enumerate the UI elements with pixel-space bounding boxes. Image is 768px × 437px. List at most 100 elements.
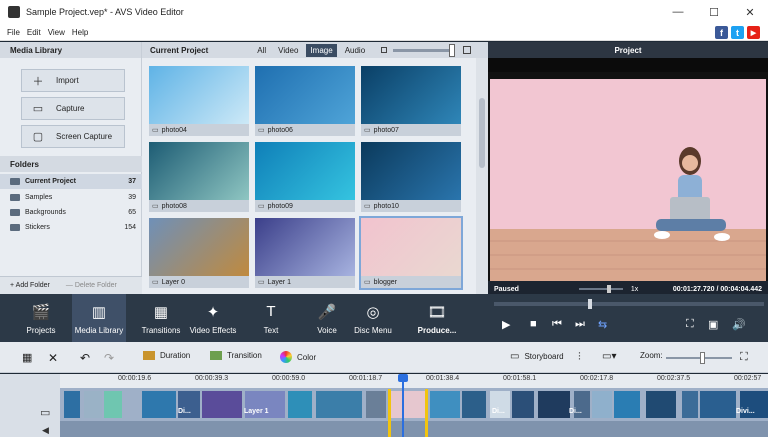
speed-handle[interactable] — [606, 285, 611, 293]
media-thumbnail[interactable]: ▭ photo10 — [361, 142, 461, 212]
timeline-clip[interactable] — [538, 391, 570, 418]
video-effects-icon: ✦ — [206, 303, 220, 321]
folder-label: Backgrounds — [25, 209, 66, 216]
media-thumbnail[interactable]: ▭ Layer 1 — [255, 218, 355, 288]
scrollbar-thumb[interactable] — [479, 98, 485, 168]
folder-samples[interactable]: Samples 39 — [0, 190, 142, 205]
toolbar-projects[interactable]: 🎬 Projects — [14, 294, 68, 342]
media-thumbnail[interactable]: ▭ photo09 — [255, 142, 355, 212]
duration-label: Duration — [160, 351, 191, 360]
thumbnail-image — [361, 218, 461, 276]
timeline-clip[interactable] — [614, 391, 640, 418]
storyboard-button[interactable]: ▭ Storyboard — [510, 351, 564, 362]
toolbar-transitions[interactable]: ▦ Transitions — [134, 294, 188, 342]
speed-slider[interactable] — [578, 285, 623, 293]
color-button[interactable]: Color — [280, 351, 316, 363]
snapshot-icon[interactable]: ▣ — [708, 318, 718, 331]
timeline-clip[interactable] — [316, 391, 362, 418]
timeline-clip[interactable] — [682, 391, 698, 418]
selected-clip-marker[interactable] — [388, 389, 428, 437]
menu-help[interactable]: Help — [72, 28, 88, 37]
next-frame-button[interactable]: ⏭ — [575, 318, 585, 331]
duration-button[interactable]: Duration — [143, 351, 190, 360]
toolbar-video-effects[interactable]: ✦ Video Effects — [186, 294, 240, 342]
media-thumbnail[interactable]: ▭ photo08 — [149, 142, 249, 212]
timeline-ruler[interactable]: 00:00:19.6 00:00:39.3 00:00:59.0 00:01:18.7… — [60, 374, 768, 388]
tab-video[interactable]: Video — [274, 44, 302, 57]
image-type-icon: ▭ — [258, 279, 265, 286]
fit-timeline-icon[interactable]: ⛶ — [740, 351, 748, 364]
toolbar-text[interactable]: T Text — [244, 294, 298, 342]
tab-audio[interactable]: Audio — [341, 44, 369, 57]
timeline-clip[interactable] — [142, 391, 176, 418]
twitter-icon[interactable]: t — [731, 26, 744, 39]
playhead[interactable] — [398, 374, 408, 437]
timeline-clip[interactable] — [592, 391, 612, 418]
delete-folder-button[interactable]: — Delete Folder — [66, 282, 117, 289]
timeline-clip[interactable] — [430, 391, 460, 418]
folder-stickers[interactable]: Stickers 154 — [0, 220, 142, 235]
folder-current-project[interactable]: Current Project 37 — [0, 174, 142, 189]
seek-handle[interactable] — [588, 299, 592, 309]
ruler-tick-label: 00:01:58.1 — [503, 375, 537, 382]
scrollbar[interactable] — [476, 58, 488, 294]
minimize-button[interactable]: — — [660, 0, 696, 24]
storyboard-toggle-icon[interactable]: ▦ — [22, 351, 32, 364]
timeline-clip[interactable] — [462, 391, 486, 418]
close-button[interactable]: ✕ — [732, 0, 768, 24]
folder-backgrounds[interactable]: Backgrounds 65 — [0, 205, 142, 220]
timeline-clip[interactable] — [512, 391, 534, 418]
media-thumbnail[interactable]: ▭ photo06 — [255, 66, 355, 136]
youtube-icon[interactable]: ▶ — [747, 26, 760, 39]
menu-file[interactable]: File — [7, 28, 20, 37]
add-folder-button[interactable]: + Add Folder — [10, 282, 50, 289]
thumbnail-size-slider[interactable] — [393, 43, 456, 57]
menu-edit[interactable]: Edit — [27, 28, 41, 37]
display-mode-icon[interactable]: ▭▾ — [602, 351, 616, 362]
stop-button[interactable]: ■ — [530, 318, 537, 330]
toolbar-produce[interactable]: 🎞 Produce... — [408, 294, 466, 342]
delete-icon[interactable]: ✕ — [48, 351, 58, 365]
toolbar-disc-menu[interactable]: ◎ Disc Menu — [346, 294, 400, 342]
undo-icon[interactable]: ↶ — [80, 351, 90, 365]
tab-image[interactable]: Image — [306, 43, 337, 57]
maximize-button[interactable]: ☐ — [696, 0, 732, 24]
folder-actions: + Add Folder — Delete Folder — [0, 276, 142, 294]
timeline-clip[interactable] — [104, 391, 122, 418]
disc-menu-icon: ◎ — [366, 303, 380, 321]
timeline-clip[interactable] — [366, 391, 386, 418]
small-size-icon[interactable] — [381, 47, 388, 53]
transition-button[interactable]: Transition — [210, 351, 262, 360]
audio-mix-icon[interactable]: ⫶ — [578, 351, 581, 364]
zoom-handle[interactable] — [700, 352, 705, 364]
timeline-clip[interactable] — [202, 391, 242, 418]
screen-capture-button[interactable]: ▢ Screen Capture — [21, 125, 125, 148]
loop-button[interactable]: ⇆ — [598, 318, 607, 331]
ruler-tick-label: 00:02:57 — [734, 375, 762, 382]
fullscreen-icon[interactable]: ⛶ — [686, 318, 694, 331]
large-size-icon[interactable] — [463, 46, 472, 54]
timeline-clip[interactable] — [700, 391, 736, 418]
import-button[interactable]: ＋ Import — [21, 69, 125, 92]
redo-icon[interactable]: ↷ — [104, 351, 114, 365]
timeline-clip[interactable] — [646, 391, 676, 418]
zoom-slider[interactable] — [666, 352, 732, 364]
toolbar-media-library[interactable]: ▥ Media Library — [72, 294, 126, 342]
media-thumbnail[interactable]: ▭ blogger — [359, 216, 463, 290]
tab-all[interactable]: All — [253, 44, 270, 57]
previous-frame-button[interactable]: ⏮ — [552, 318, 562, 331]
timeline-clip[interactable] — [64, 391, 80, 418]
slider-handle[interactable] — [449, 43, 456, 57]
menu-view[interactable]: View — [48, 28, 65, 37]
playhead-handle[interactable] — [398, 374, 408, 382]
volume-icon[interactable]: 🔊 — [732, 318, 746, 331]
facebook-icon[interactable]: f — [715, 26, 728, 39]
play-button[interactable]: ▶ — [502, 318, 510, 331]
seek-bar[interactable] — [494, 299, 764, 309]
timeline-clip[interactable] — [288, 391, 312, 418]
media-thumbnail[interactable]: ▭ Layer 0 — [149, 218, 249, 288]
capture-button[interactable]: ▭ Capture — [21, 97, 125, 120]
media-thumbnail[interactable]: ▭ photo07 — [361, 66, 461, 136]
media-thumbnail[interactable]: ▭ photo04 — [149, 66, 249, 136]
timeline-clip[interactable] — [84, 391, 102, 418]
